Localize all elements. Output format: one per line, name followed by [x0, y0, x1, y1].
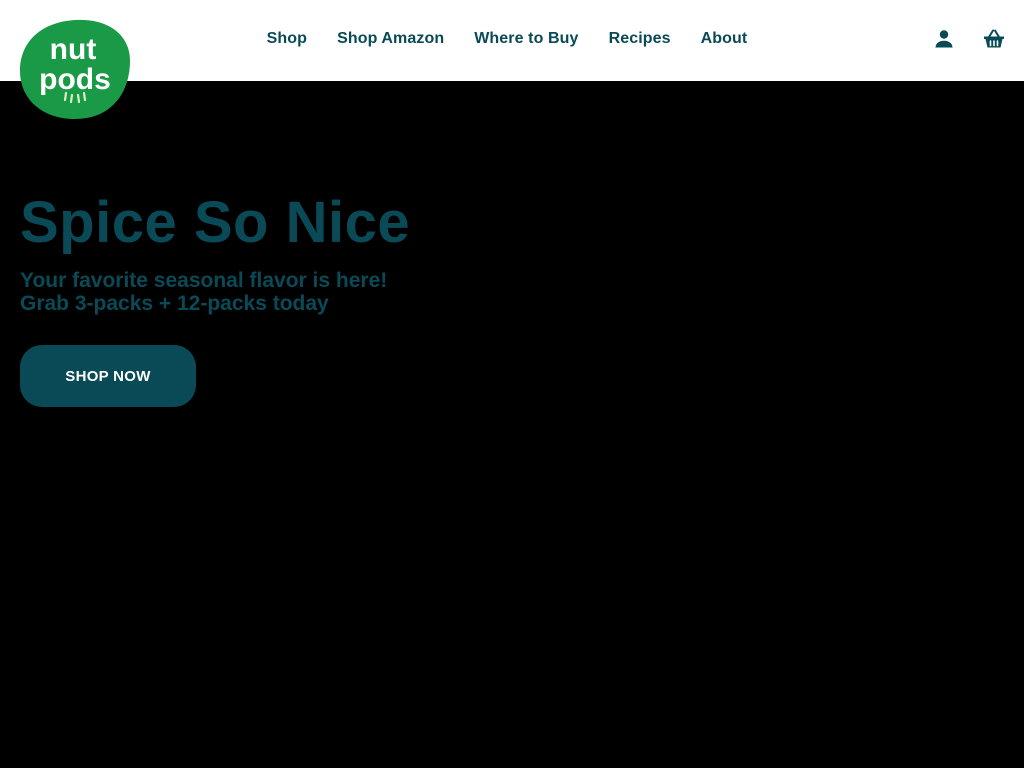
hero-subtitle-line-1: Your favorite seasonal flavor is here! — [20, 269, 388, 292]
nav-about[interactable]: About — [701, 30, 748, 48]
basket-icon[interactable] — [982, 27, 1006, 51]
main-nav: Shop Shop Amazon Where to Buy Recipes Ab… — [0, 0, 1024, 78]
nav-where-to-buy[interactable]: Where to Buy — [474, 30, 578, 48]
shop-now-button[interactable]: SHOP NOW — [20, 345, 196, 407]
user-icon[interactable] — [932, 27, 956, 51]
hero-title: Spice So Nice — [20, 190, 411, 255]
nav-recipes[interactable]: Recipes — [609, 30, 671, 48]
nutpods-logo[interactable]: nut pods — [20, 19, 130, 119]
hero-subtitle-line-2: Grab 3-packs + 12-packs today — [20, 292, 329, 315]
nav-shop[interactable]: Shop — [267, 30, 307, 48]
site-header: Shop Shop Amazon Where to Buy Recipes Ab… — [0, 0, 1024, 81]
header-icons — [906, 27, 1006, 51]
nav-shop-amazon[interactable]: Shop Amazon — [337, 30, 444, 48]
hero-banner: Spice So Nice Your favorite seasonal fla… — [0, 81, 1024, 768]
logo-text-bottom: pods — [39, 63, 111, 96]
logo-text-top: nut — [50, 33, 97, 66]
hero-subtitle: Your favorite seasonal flavor is here! G… — [20, 269, 387, 315]
